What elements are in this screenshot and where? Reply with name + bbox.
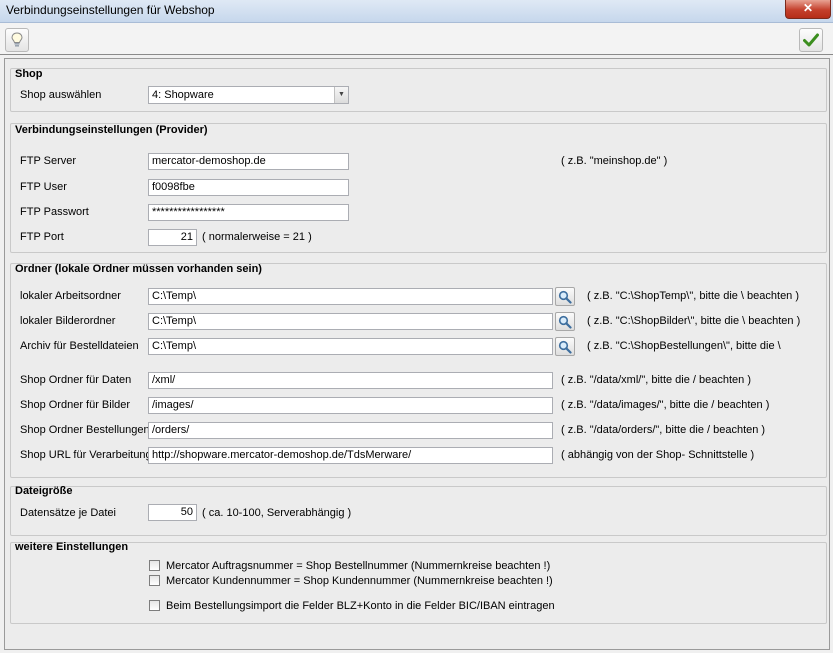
filesize-group [10, 486, 827, 536]
archive-folder-hint: ( z.B. "C:\ShopBestellungen\", bitte die… [587, 340, 781, 352]
shop-url-field[interactable]: http://shopware.mercator-demoshop.de/Tds… [148, 447, 553, 464]
filesize-group-title: Dateigröße [15, 485, 73, 497]
images-folder-field[interactable]: C:\Temp\ [148, 313, 553, 330]
images-folder-hint: ( z.B. "C:\ShopBilder\", bitte die \ bea… [587, 315, 801, 327]
shop-url-label: Shop URL für Verarbeitung [20, 449, 152, 461]
archive-folder-field[interactable]: C:\Temp\ [148, 338, 553, 355]
shop-images-folder-hint: ( z.B. "/data/images/", bitte die / beac… [561, 399, 770, 411]
magnifier-icon [558, 290, 572, 304]
shop-select[interactable]: 4: Shopware ▼ [148, 86, 349, 104]
shop-data-folder-hint: ( z.B. "/data/xml/", bitte die / beachte… [561, 374, 752, 386]
ftp-server-label: FTP Server [20, 155, 77, 167]
hint-button[interactable] [5, 28, 29, 52]
ftp-server-field[interactable]: mercator-demoshop.de [148, 153, 349, 170]
customer-number-checkbox[interactable] [149, 575, 160, 586]
ftp-server-hint: ( z.B. "meinshop.de" ) [561, 155, 668, 167]
window-title: Verbindungseinstellungen für Webshop [6, 3, 215, 17]
shop-orders-folder-hint: ( z.B. "/data/orders/", bitte die / beac… [561, 424, 766, 436]
title-bar: Verbindungseinstellungen für Webshop ✕ [0, 0, 833, 23]
ftp-password-label: FTP Passwort [20, 206, 89, 218]
archive-folder-browse-button[interactable] [555, 337, 575, 356]
shop-images-folder-label: Shop Ordner für Bilder [20, 399, 131, 411]
shop-images-folder-field[interactable]: /images/ [148, 397, 553, 414]
ftp-user-field[interactable]: f0098fbe [148, 179, 349, 196]
customer-number-checkbox-label: Mercator Kundennummer = Shop Kundennumme… [166, 575, 553, 587]
shop-orders-folder-field[interactable]: /orders/ [148, 422, 553, 439]
work-folder-browse-button[interactable] [555, 287, 575, 306]
ftp-user-label: FTP User [20, 181, 67, 193]
ftp-port-field[interactable]: 21 [148, 229, 197, 246]
confirm-button[interactable] [799, 28, 823, 52]
connection-group [10, 123, 827, 253]
folders-group-title: Ordner (lokale Ordner müssen vorhanden s… [15, 263, 262, 275]
connection-group-title: Verbindungseinstellungen (Provider) [15, 124, 208, 136]
images-folder-browse-button[interactable] [555, 312, 575, 331]
shop-select-label: Shop auswählen [20, 89, 102, 101]
toolbar [0, 23, 833, 55]
shop-url-hint: ( abhängig von der Shop- Schnittstelle ) [561, 449, 755, 461]
records-per-file-field[interactable]: 50 [148, 504, 197, 521]
close-icon: ✕ [802, 1, 814, 15]
checkmark-icon [803, 33, 819, 47]
shop-data-folder-label: Shop Ordner für Daten [20, 374, 132, 386]
settings-panel: Shop Shop auswählen 4: Shopware ▼ Verbin… [4, 58, 830, 650]
chevron-down-icon[interactable]: ▼ [334, 87, 348, 103]
magnifier-icon [558, 340, 572, 354]
work-folder-hint: ( z.B. "C:\ShopTemp\", bitte die \ beach… [587, 290, 800, 302]
shop-group [10, 68, 827, 112]
bic-iban-checkbox-label: Beim Bestellungsimport die Felder BLZ+Ko… [166, 600, 555, 612]
lightbulb-icon [11, 32, 23, 47]
ftp-password-field[interactable]: ***************** [148, 204, 349, 221]
shop-group-title: Shop [15, 68, 43, 80]
shop-data-folder-field[interactable]: /xml/ [148, 372, 553, 389]
order-number-checkbox-label: Mercator Auftragsnummer = Shop Bestellnu… [166, 560, 551, 572]
magnifier-icon [558, 315, 572, 329]
images-folder-label: lokaler Bilderordner [20, 315, 116, 327]
order-number-checkbox[interactable] [149, 560, 160, 571]
records-per-file-label: Datensätze je Datei [20, 507, 116, 519]
work-folder-label: lokaler Arbeitsordner [20, 290, 121, 302]
records-per-file-hint: ( ca. 10-100, Serverabhängig ) [202, 507, 352, 519]
close-button[interactable]: ✕ [785, 0, 831, 19]
shop-select-value: 4: Shopware [152, 89, 214, 101]
archive-folder-label: Archiv für Bestelldateien [20, 340, 139, 352]
ftp-port-hint: ( normalerweise = 21 ) [202, 231, 312, 243]
shop-orders-folder-label: Shop Ordner Bestellungen [20, 424, 150, 436]
more-settings-group-title: weitere Einstellungen [15, 541, 129, 553]
ftp-port-label: FTP Port [20, 231, 64, 243]
work-folder-field[interactable]: C:\Temp\ [148, 288, 553, 305]
bic-iban-checkbox[interactable] [149, 600, 160, 611]
